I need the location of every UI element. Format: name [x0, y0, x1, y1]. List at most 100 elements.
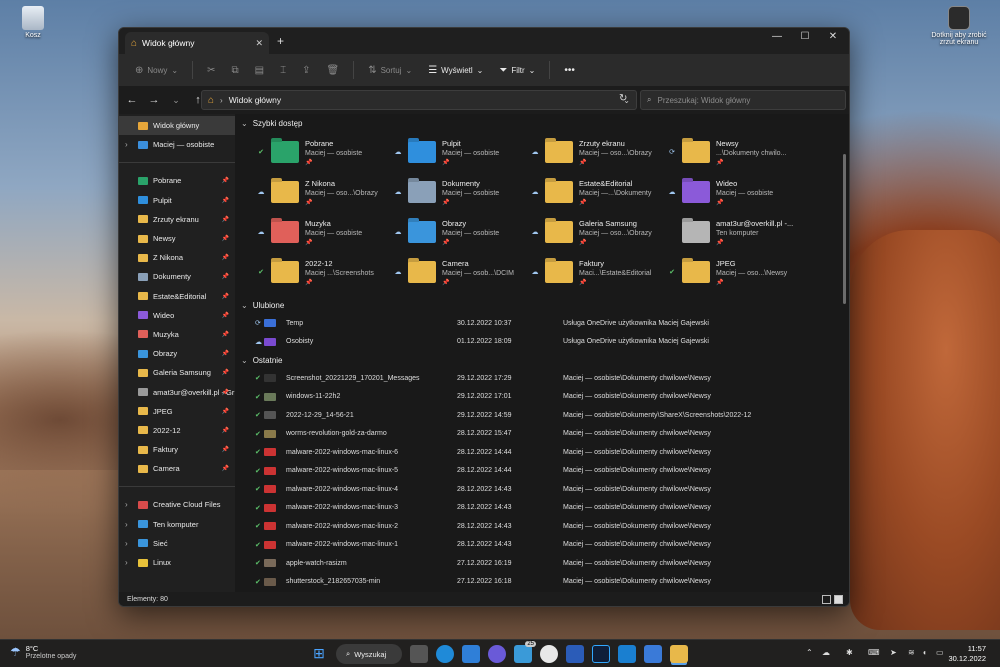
recent-row[interactable]: ✔ 2022-12-29_14-56-21 29.12.2022 14:59 Maci…: [235, 406, 849, 425]
search-input[interactable]: [657, 95, 828, 105]
recent-row[interactable]: ✔ malware-2022-windows-mac-linux-5 28.12.2…: [235, 462, 849, 481]
location-icon[interactable]: ➤: [890, 648, 897, 657]
favorite-row[interactable]: ☁ Osobisty 01.12.2022 18:09 Usługa OneDrive…: [235, 333, 849, 352]
section-header-recent[interactable]: ⌄ Ostatnie: [235, 351, 849, 369]
back-icon[interactable]: ←: [125, 94, 139, 106]
quick-access-item[interactable]: ☁ Muzyka Maciej — osobiste 📌: [257, 212, 394, 252]
quick-access-item[interactable]: amat3ur@overkill.pl -... Ten komputer 📌: [668, 212, 805, 252]
sidebar-item[interactable]: Pobrane 📌: [119, 171, 235, 190]
sidebar-item[interactable]: Pulpit 📌: [119, 191, 235, 210]
recent-row[interactable]: ✔ malware-2022-windows-mac-linux-2 28.12.2…: [235, 517, 849, 536]
start-button[interactable]: ⊞: [310, 645, 328, 663]
recent-row[interactable]: ✔ shutterstock_2182657035-min 27.12.2022 1…: [235, 573, 849, 592]
chevron-down-icon[interactable]: ⌄: [241, 301, 248, 310]
sidebar-item-onedrive[interactable]: › Maciej — osobiste: [119, 135, 235, 154]
weather-widget[interactable]: ☂ 8°C Przelotne opady: [10, 644, 76, 660]
close-button[interactable]: ✕: [819, 31, 847, 42]
quick-access-item[interactable]: ✔ JPEG Maciej — oso...\Newsy 📌: [668, 252, 805, 292]
volume-icon[interactable]: ◖: [922, 648, 927, 657]
quick-access-item[interactable]: ✔ Pobrane Maciej — osobiste 📌: [257, 132, 394, 172]
refresh-icon[interactable]: ↻: [619, 93, 627, 104]
quick-access-item[interactable]: ☁ Pulpit Maciej — osobiste 📌: [394, 132, 531, 172]
paste-button[interactable]: ▤: [249, 59, 270, 81]
quick-access-item[interactable]: ☁ Obrazy Maciej — osobiste 📌: [394, 212, 531, 252]
sidebar-item[interactable]: Dokumenty 📌: [119, 267, 235, 286]
sidebar-item[interactable]: 2022-12 📌: [119, 421, 235, 440]
photoshop-icon[interactable]: [592, 645, 610, 663]
messenger-icon[interactable]: [488, 645, 506, 663]
sidebar-item[interactable]: Z Nikona 📌: [119, 248, 235, 267]
chevron-right-icon[interactable]: ›: [125, 558, 128, 567]
section-header-quick-access[interactable]: ⌄ Szybki dostęp: [235, 114, 849, 132]
copy-button[interactable]: ⧉: [226, 59, 245, 81]
quick-access-item[interactable]: ☁ Estate&Editorial Maciej —...\Dokumenty 📌: [531, 172, 668, 212]
slack-icon[interactable]: [540, 645, 558, 663]
sidebar-item[interactable]: Obrazy 📌: [119, 344, 235, 363]
tab-close-icon[interactable]: ✕: [255, 38, 263, 49]
chevron-right-icon[interactable]: ›: [125, 539, 128, 548]
keyboard-icon[interactable]: ⌨: [868, 648, 880, 657]
quick-access-item[interactable]: ⟳ Newsy ...\Dokumenty chwilo... 📌: [668, 132, 805, 172]
chevron-right-icon[interactable]: ›: [125, 500, 128, 509]
cut-button[interactable]: ✂: [201, 59, 221, 81]
recent-row[interactable]: ✔ malware-2022-windows-mac-linux-4 28.12.2…: [235, 480, 849, 499]
quick-access-item[interactable]: ☁ Zrzuty ekranu Maciej — oso...\Obrazy 📌: [531, 132, 668, 172]
quick-access-item[interactable]: ✔ 2022-12 Maciej ...\Screenshots 📌: [257, 252, 394, 292]
search-box[interactable]: ⌕: [640, 90, 846, 110]
trello-icon[interactable]: [618, 645, 636, 663]
sidebar-item[interactable]: Wideo 📌: [119, 306, 235, 325]
recent-locations-icon[interactable]: ⌄: [169, 95, 183, 106]
recent-row[interactable]: ✔ Screenshot_20221229_170201_Messages 29.1…: [235, 369, 849, 388]
quick-access-item[interactable]: ☁ Dokumenty Maciej — osobiste 📌: [394, 172, 531, 212]
wifi-icon[interactable]: ≋: [908, 648, 915, 657]
chevron-up-icon[interactable]: ⌃: [806, 648, 813, 657]
delete-button[interactable]: 🗑: [320, 59, 345, 81]
sidebar-item[interactable]: JPEG 📌: [119, 402, 235, 421]
details-view-icon[interactable]: [822, 595, 831, 604]
scrollbar[interactable]: [843, 154, 846, 304]
clock[interactable]: 11:57 30.12.2022: [948, 644, 986, 664]
sidebar-item[interactable]: Galeria Samsung 📌: [119, 363, 235, 382]
chat-icon[interactable]: 25: [514, 641, 536, 663]
chevron-down-icon[interactable]: ⌄: [241, 356, 248, 365]
chevron-right-icon[interactable]: ›: [125, 520, 128, 529]
cloud-icon[interactable]: ☁: [822, 648, 830, 657]
favorite-row[interactable]: ⟳ Temp 30.12.2022 10:37 Usługa OneDrive uży…: [235, 314, 849, 333]
sort-button[interactable]: ⇅ Sortuj ⌄: [362, 59, 418, 81]
sidebar-item[interactable]: Estate&Editorial 📌: [119, 287, 235, 306]
translate-icon[interactable]: [644, 645, 662, 663]
new-button[interactable]: ⊕ Nowy ⌄: [129, 59, 184, 81]
sidebar-item[interactable]: Zrzuty ekranu 📌: [119, 210, 235, 229]
file-explorer-taskbar-icon[interactable]: [670, 645, 688, 663]
word-icon[interactable]: [566, 645, 584, 663]
breadcrumb[interactable]: Widok główny: [229, 95, 618, 105]
quick-access-item[interactable]: ☁ Camera Maciej — osob...\DCIM 📌: [394, 252, 531, 292]
recent-row[interactable]: ✔ malware-2022-windows-mac-linux-1 28.12.2…: [235, 536, 849, 555]
sidebar-item[interactable]: Faktury 📌: [119, 440, 235, 459]
sidebar-item[interactable]: Muzyka 📌: [119, 325, 235, 344]
quick-access-item[interactable]: ☁ Faktury Maci...\Estate&Editorial 📌: [531, 252, 668, 292]
sidebar-item[interactable]: amat3ur@overkill.pl - Gr 📌: [119, 382, 235, 401]
taskbar-search[interactable]: ⌕ Wyszukaj: [336, 644, 402, 664]
sidebar-item-home[interactable]: Widok główny: [119, 116, 235, 136]
sidebar-item[interactable]: › Creative Cloud Files: [119, 495, 235, 514]
new-tab-button[interactable]: +: [277, 34, 284, 48]
battery-icon[interactable]: ▭: [936, 648, 944, 657]
more-options-button[interactable]: •••: [558, 59, 581, 81]
sidebar-item[interactable]: › Sieć: [119, 534, 235, 553]
recent-row[interactable]: ✔ windows-11-22h2 29.12.2022 17:01 Maciej —…: [235, 388, 849, 407]
recent-row[interactable]: ✔ worms-revolution-gold-za-darmo 28.12.202…: [235, 425, 849, 444]
minimize-button[interactable]: —: [763, 31, 791, 42]
sidebar-item[interactable]: › Ten komputer: [119, 515, 235, 534]
chevron-right-icon[interactable]: ›: [125, 140, 128, 149]
tab-home[interactable]: ⌂ Widok główny ✕: [125, 32, 269, 54]
screenshot-widget[interactable]: Dotknij aby zrobić zrzut ekranu: [928, 6, 990, 46]
slack-tray-icon[interactable]: ✱: [846, 648, 853, 657]
quick-access-item[interactable]: ☁ Wideo Maciej — osobiste 📌: [668, 172, 805, 212]
share-button[interactable]: ⇪: [296, 59, 316, 81]
quick-access-item[interactable]: ☁ Galeria Samsung Maciej — oso...\Obrazy 📌: [531, 212, 668, 252]
recent-row[interactable]: ✔ apple-watch-rasizm 27.12.2022 16:19 Macie…: [235, 554, 849, 573]
task-view-icon[interactable]: [410, 645, 428, 663]
maximize-button[interactable]: ☐: [791, 31, 819, 42]
recent-row[interactable]: ✔ malware-2022-windows-mac-linux-3 28.12.2…: [235, 499, 849, 518]
